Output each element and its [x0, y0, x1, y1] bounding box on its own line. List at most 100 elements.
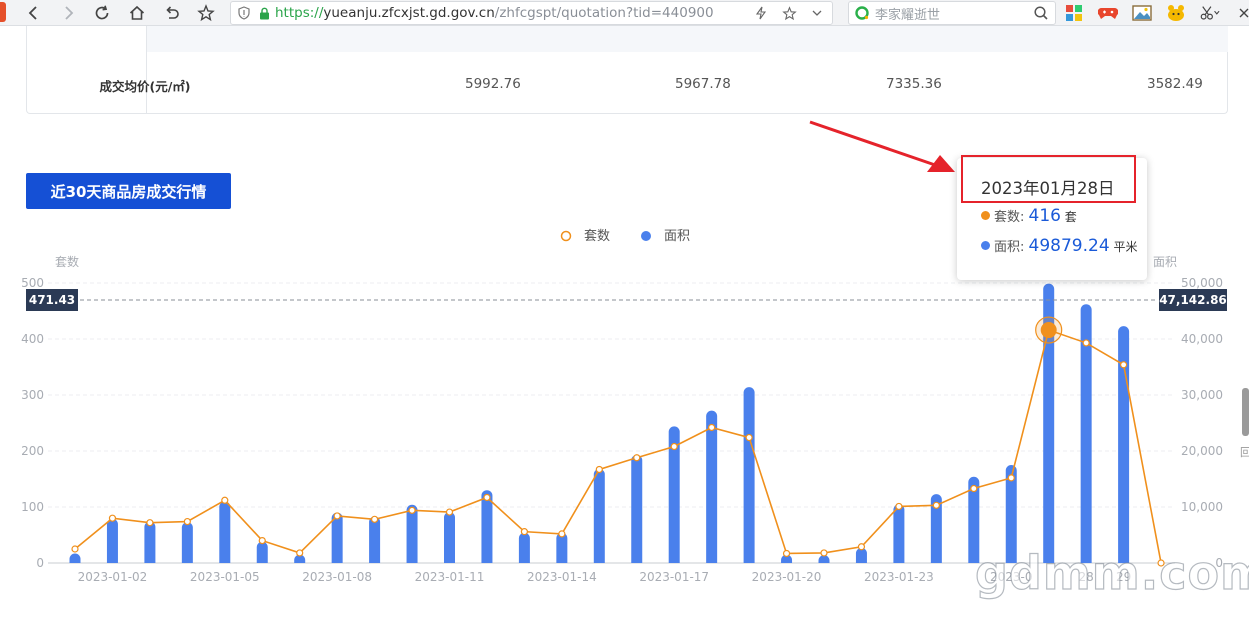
gamepad-icon[interactable] — [1098, 3, 1118, 23]
count-point — [633, 454, 641, 462]
average-left-value: 471.43 — [29, 293, 75, 307]
area-bar — [369, 516, 381, 563]
mascot-extension-icon[interactable] — [1166, 3, 1186, 23]
undo-close-button[interactable] — [160, 1, 184, 25]
area-bar — [818, 555, 830, 563]
area-bar — [631, 454, 643, 563]
highlight-point — [1040, 322, 1057, 339]
image-viewer-icon[interactable] — [1132, 3, 1152, 23]
count-point — [221, 496, 229, 504]
browser-toolbar: https://yueanju.zfcxjst.gd.gov.cn/zhfcgs… — [0, 0, 1249, 26]
area-bar — [1043, 283, 1055, 563]
x-tick-label: 2023-01-02 — [78, 570, 148, 584]
annotation-layer — [809, 120, 955, 172]
page-scrollbar-thumb[interactable] — [1242, 388, 1249, 436]
average-left-badge — [26, 289, 78, 311]
x-tick-label: 2023-01-11 — [415, 570, 485, 584]
x-tick-label: 2023-01-17 — [639, 570, 709, 584]
count-point — [258, 536, 266, 545]
side-edge-label: 回 — [1240, 446, 1249, 459]
count-point — [146, 519, 154, 527]
y-left-tick-label: 0 — [36, 556, 44, 570]
legend-symbol — [641, 231, 651, 241]
lightning-icon[interactable] — [752, 4, 770, 22]
count-point — [408, 506, 416, 514]
area-bar — [968, 476, 980, 563]
section-title-button[interactable]: 近30天商品房成交行情 — [26, 173, 231, 209]
y-right-tick-label: 40,000 — [1181, 332, 1223, 346]
count-point — [558, 530, 566, 538]
scissors-icon[interactable] — [1200, 3, 1220, 23]
undo-icon — [166, 6, 179, 19]
area-bar — [593, 468, 605, 563]
count-point — [183, 517, 191, 526]
lock-icon — [257, 7, 271, 20]
apps-grid-icon[interactable] — [1064, 3, 1084, 23]
count-point — [970, 484, 978, 493]
count-point — [932, 501, 940, 509]
area-bar — [294, 554, 306, 563]
table-cell: 5992.76 — [465, 76, 521, 92]
table-cell: 5967.78 — [675, 76, 731, 92]
favorite-button[interactable] — [194, 1, 218, 25]
forward-button[interactable] — [56, 1, 80, 25]
tooltip-count-unit: 套 — [1060, 210, 1077, 224]
back-button[interactable] — [22, 1, 46, 25]
address-bar[interactable]: https://yueanju.zfcxjst.gd.gov.cn/zhfcgs… — [230, 1, 833, 25]
chart-axes: 0 100 200 300 400 500 0 10,000 20,000 30,000 40,00… — [21, 254, 1223, 584]
tooltip-area-unit: 平米 — [1109, 240, 1138, 254]
reload-button[interactable] — [90, 1, 114, 25]
red-arrow-head — [927, 155, 955, 172]
browser-tab-edge[interactable] — [0, 2, 6, 22]
url-path: /zhfcgspt/quotation?tid=440900 — [494, 5, 714, 21]
area-bars — [69, 283, 1130, 563]
area-bar — [1118, 326, 1130, 563]
chart-legend[interactable]: 套数 面积 — [560, 228, 691, 244]
y-right-tick-label: 0 — [1215, 556, 1223, 570]
area-bar — [1005, 465, 1017, 563]
area-bar — [144, 521, 156, 563]
area-bar — [668, 426, 680, 563]
legend-label: 面积 — [664, 229, 690, 244]
y-right-tick-label: 30,000 — [1181, 388, 1223, 402]
chevron-down-icon[interactable] — [808, 4, 826, 22]
browser-search-box[interactable]: 李家耀逝世 — [848, 1, 1056, 25]
close-icon[interactable] — [1234, 3, 1249, 23]
stats-table — [26, 26, 1228, 114]
area-bar — [406, 504, 418, 563]
star-icon — [197, 4, 215, 22]
tooltip-count-label: 套数: — [994, 210, 1029, 225]
area-bar — [256, 541, 268, 563]
address-url[interactable]: https://yueanju.zfcxjst.gd.gov.cn/zhfcgs… — [271, 5, 714, 21]
y-right-tick-label: 20,000 — [1181, 444, 1223, 458]
average-markline: 471.43 47,142.86 — [26, 289, 1227, 311]
x-tick-label: 2023-01-23 — [864, 570, 934, 584]
count-point — [708, 423, 716, 432]
search-icon[interactable] — [1033, 5, 1049, 25]
y-left-axis-title: 套数 — [55, 254, 79, 269]
bookmark-star-icon[interactable] — [780, 4, 798, 22]
count-point — [670, 442, 678, 451]
x-tick-label: 2023-01-14 — [527, 570, 597, 584]
area-bar — [219, 501, 231, 563]
area-bar — [706, 410, 718, 563]
table-cell: 3582.49 — [1147, 76, 1203, 92]
x-tick-label: 2023-0 — [990, 570, 1033, 584]
highlight-point-halo — [1035, 316, 1063, 344]
area-bar — [930, 494, 942, 563]
tooltip-area-label: 面积: — [994, 240, 1029, 255]
home-icon — [129, 5, 145, 20]
url-protocol: https:// — [275, 5, 324, 21]
shield-icon — [231, 6, 257, 20]
area-bar — [855, 547, 867, 563]
home-button[interactable] — [125, 1, 149, 25]
area-dot-icon — [981, 241, 990, 250]
count-point — [371, 515, 379, 523]
average-right-badge — [1159, 289, 1227, 311]
tooltip-count-value: 416 — [1028, 206, 1061, 226]
count-point — [1157, 559, 1165, 567]
area-bar — [181, 522, 193, 563]
legend-label: 套数 — [584, 228, 610, 244]
tooltip-area-value: 49879.24 — [1028, 236, 1110, 256]
table-cell: 7335.36 — [886, 76, 942, 92]
